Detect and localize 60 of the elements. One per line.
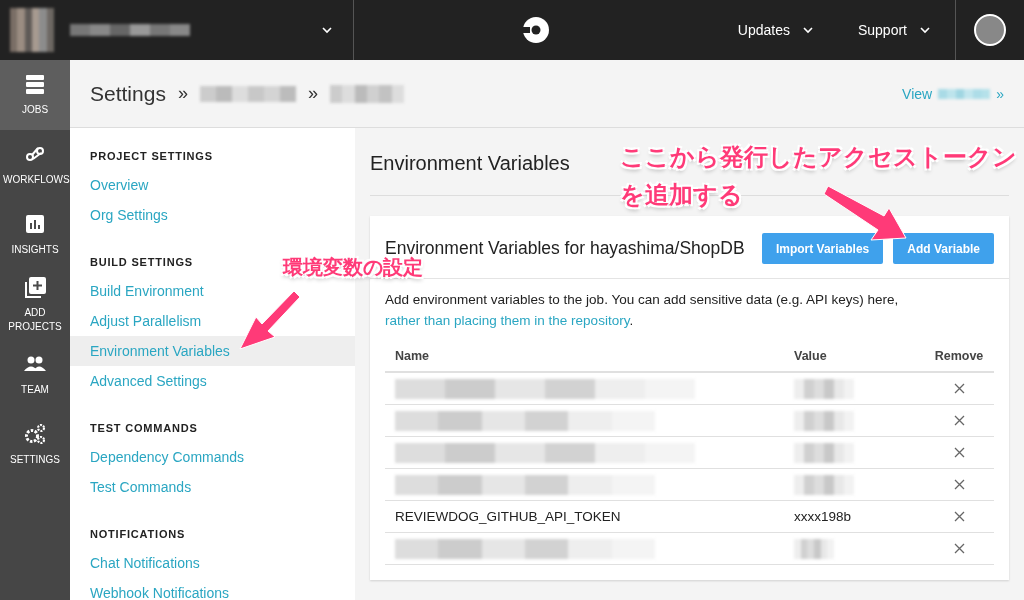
redacted-value <box>794 410 854 431</box>
close-icon[interactable] <box>953 447 965 458</box>
nav-rail-item[interactable]: ADD PROJECTS <box>0 270 70 340</box>
org-avatar <box>10 8 54 52</box>
breadcrumb-separator: » <box>177 83 188 104</box>
project-name <box>938 88 991 99</box>
section-heading: PROJECT SETTINGS <box>90 149 213 164</box>
action-button[interactable]: Import Variables <box>761 233 884 264</box>
variable-name: REVIEWDOG_GITHUB_API_TOKEN <box>395 509 621 524</box>
chevron-icon <box>801 26 814 34</box>
settings-menu-link[interactable]: Chat Notifications <box>70 548 355 578</box>
nav-rail-item[interactable]: SETTINGS <box>0 410 70 480</box>
column-header: Remove <box>924 341 994 372</box>
redacted-value <box>794 442 854 463</box>
nav-menu-button[interactable]: Updates <box>737 22 814 38</box>
chevron-icon[interactable] <box>321 26 333 34</box>
section-heading: NOTIFICATIONS <box>90 527 186 542</box>
section-heading: BUILD SETTINGS <box>90 255 193 270</box>
nav-rail-item[interactable]: JOBS <box>0 60 70 130</box>
settings-icon <box>24 423 46 445</box>
redacted-value <box>794 538 834 559</box>
settings-menu-link[interactable]: Build Environment <box>70 276 355 306</box>
section-heading: TEST COMMANDS <box>90 421 198 436</box>
redacted-value <box>794 474 854 495</box>
close-icon[interactable] <box>953 511 965 522</box>
close-icon[interactable] <box>953 383 965 394</box>
settings-menu-link[interactable]: Dependency Commands <box>70 442 355 472</box>
variable-value: xxxx198b <box>794 509 852 524</box>
settings-menu-link[interactable]: Test Commands <box>70 472 355 502</box>
page-title: Settings <box>90 81 166 106</box>
description-text: Add environment variables to the job. You can add sensitive data (e.g. API keys) here, rather than placing them in the repository. <box>385 291 900 330</box>
column-header: Value <box>784 341 924 372</box>
close-icon[interactable] <box>953 543 965 554</box>
avatar-icon[interactable] <box>974 14 1006 46</box>
nav-rail-item[interactable]: INSIGHTS <box>0 200 70 270</box>
close-icon[interactable] <box>953 479 965 490</box>
nav-menu-button[interactable]: Support <box>857 22 931 38</box>
settings-menu-link[interactable]: Webhook Notifications <box>70 578 355 600</box>
logo-icon[interactable] <box>520 15 551 45</box>
annotation-text: ここから発行したアクセストークン <box>620 142 1017 172</box>
add-icon <box>24 276 46 298</box>
annotation-text: 環境変数の設定 <box>283 255 423 279</box>
settings-menu-link[interactable]: Org Settings <box>70 200 355 230</box>
view-project-link[interactable]: View » <box>902 85 1004 102</box>
settings-menu-link[interactable]: Overview <box>70 170 355 200</box>
stack-icon <box>24 73 46 95</box>
column-header: Name <box>385 341 784 372</box>
action-button[interactable]: Add Variable <box>893 233 994 264</box>
card-title: Environment Variables for hayashima/ShopDB <box>385 238 746 258</box>
settings-menu-link[interactable]: Advanced Settings <box>70 366 355 396</box>
annotation-text: を追加する <box>620 180 743 210</box>
close-icon[interactable] <box>953 415 965 426</box>
bar-chart-icon <box>24 213 46 235</box>
nav-rail-item[interactable]: WORKFLOWS <box>0 130 70 200</box>
chevron-icon <box>919 26 931 34</box>
redacted-value <box>794 378 854 399</box>
settings-menu-link[interactable]: Environment Variables <box>70 336 355 366</box>
section-title: Environment Variables <box>370 152 570 175</box>
breadcrumb-separator: » <box>307 83 318 104</box>
nav-rail-item[interactable]: TEAM <box>0 340 70 410</box>
